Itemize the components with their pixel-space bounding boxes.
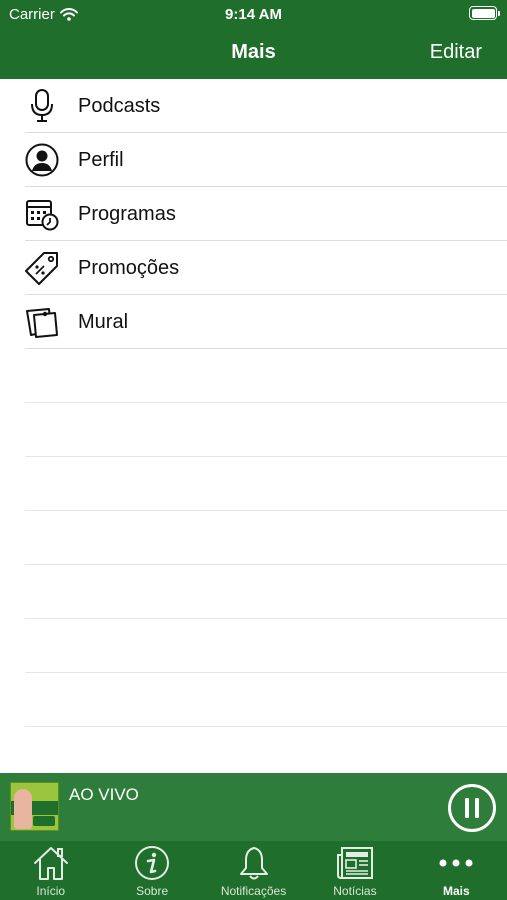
bell-icon xyxy=(203,845,304,881)
tab-notificacoes[interactable]: Notificações xyxy=(203,841,304,900)
tab-sobre[interactable]: Sobre xyxy=(101,841,202,900)
tab-mais[interactable]: Mais xyxy=(406,841,507,900)
profile-icon xyxy=(24,142,60,178)
empty-list-row xyxy=(0,403,507,457)
tab-label: Início xyxy=(36,884,66,898)
tab-label: Sobre xyxy=(136,884,169,898)
empty-list-row xyxy=(0,457,507,511)
empty-list-row xyxy=(0,673,507,727)
navigation-header: Carrier 9:14 AM Mais Editar xyxy=(0,0,507,79)
menu-item-promocoes[interactable]: Promoções xyxy=(0,241,507,295)
empty-list-row xyxy=(0,511,507,565)
pause-button[interactable] xyxy=(448,784,496,832)
tab-label: Notificações xyxy=(220,884,287,898)
schedule-calendar-icon xyxy=(24,196,60,232)
station-artwork xyxy=(10,782,59,831)
home-icon xyxy=(0,845,101,881)
menu-item-label: Mural xyxy=(78,310,129,333)
menu-item-podcasts[interactable]: Podcasts xyxy=(0,79,507,133)
price-tag-icon xyxy=(24,250,60,286)
tab-label: Mais xyxy=(442,884,470,898)
empty-list-row xyxy=(0,565,507,619)
status-time: 9:14 AM xyxy=(225,6,282,23)
menu-item-programas[interactable]: Programas xyxy=(0,187,507,241)
menu-item-label: Perfil xyxy=(78,148,124,171)
live-player-bar[interactable]: AO VIVO xyxy=(0,773,507,841)
live-label: AO VIVO xyxy=(69,785,139,804)
menu-item-label: Programas xyxy=(78,202,176,225)
microphone-icon xyxy=(24,88,60,124)
empty-list-row xyxy=(0,619,507,673)
tab-bar: Início Sobre Notificações Notícias Mais xyxy=(0,841,507,900)
tab-label: Notícias xyxy=(333,884,377,898)
edit-button[interactable]: Editar xyxy=(430,41,482,64)
info-icon xyxy=(101,845,202,881)
more-menu-list: Podcasts Perfil Programas Promoções Mura… xyxy=(0,79,507,727)
battery-icon xyxy=(469,6,500,20)
menu-item-mural[interactable]: Mural xyxy=(0,295,507,349)
menu-item-perfil[interactable]: Perfil xyxy=(0,133,507,187)
empty-list-row xyxy=(0,349,507,403)
status-bar: Carrier 9:14 AM xyxy=(0,0,507,28)
menu-item-label: Promoções xyxy=(78,256,180,279)
tab-inicio[interactable]: Início xyxy=(0,841,101,900)
menu-item-label: Podcasts xyxy=(78,94,161,117)
tab-noticias[interactable]: Notícias xyxy=(304,841,405,900)
newspaper-icon xyxy=(304,845,405,881)
more-dots-icon xyxy=(406,845,507,881)
sticky-notes-icon xyxy=(24,304,60,340)
